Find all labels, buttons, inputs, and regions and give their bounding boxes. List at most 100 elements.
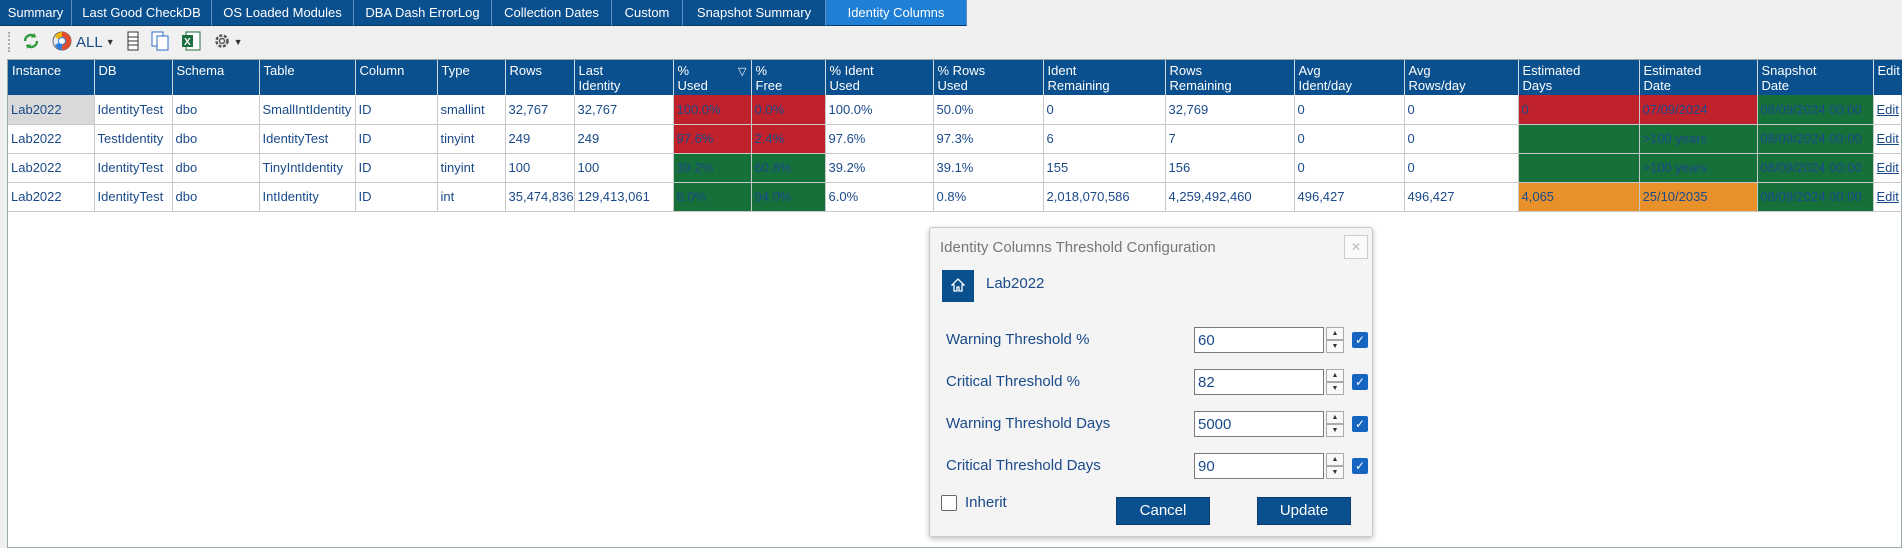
warning-threshold-days-label: Warning Threshold Days	[946, 415, 1111, 432]
edit-link[interactable]: Edit	[1873, 153, 1902, 183]
tab-os-loaded-modules[interactable]: OS Loaded Modules	[212, 0, 354, 26]
spin-up-button[interactable]: ▲	[1326, 411, 1344, 424]
instance-filter-dropdown[interactable]: ALL ▼	[52, 31, 115, 54]
edit-link[interactable]: Edit	[1873, 95, 1902, 125]
table-cell-free: 60.8%	[751, 153, 826, 183]
excel-export-icon: X	[181, 31, 201, 54]
table-cell-estimated-date: 07/09/2024	[1639, 95, 1758, 125]
spin-up-button[interactable]: ▲	[1326, 369, 1344, 382]
refresh-button[interactable]	[22, 32, 40, 53]
export-excel-button[interactable]: X	[181, 31, 201, 54]
table-row[interactable]: Lab2022 IdentityTest dbo IntIdentity ID int 35…	[8, 182, 1902, 212]
spin-down-button[interactable]: ▼	[1326, 424, 1344, 437]
tab-last-good-checkdb[interactable]: Last Good CheckDB	[72, 0, 212, 26]
column-header-used[interactable]: ▽% Used	[673, 60, 752, 95]
column-header-estimated-days[interactable]: Estimated Days	[1518, 60, 1640, 95]
table-cell-column: ID	[355, 124, 438, 154]
table-row[interactable]: Lab2022 IdentityTest dbo TinyIntIdentity ID t…	[8, 153, 1902, 183]
tab-summary[interactable]: Summary	[0, 0, 72, 26]
settings-dropdown[interactable]: ▼	[213, 32, 243, 53]
sort-filter-icon[interactable]: ▽	[738, 65, 746, 80]
column-header-avg-ident-day[interactable]: Avg Ident/day	[1294, 60, 1405, 95]
warning-threshold-days-checkbox[interactable]: ✓	[1352, 416, 1368, 432]
column-header-label: Rows	[509, 63, 543, 78]
table-cell-rows: 32,767	[505, 95, 575, 125]
column-header-rows[interactable]: Rows	[505, 60, 575, 95]
column-header-rows-used[interactable]: % Rows Used	[933, 60, 1044, 95]
spin-up-button[interactable]: ▲	[1326, 327, 1344, 340]
column-header-table[interactable]: Table	[259, 60, 356, 95]
column-header-type[interactable]: Type	[437, 60, 506, 95]
home-button[interactable]	[942, 270, 974, 302]
tab-identity-columns[interactable]: Identity Columns	[826, 0, 967, 26]
column-header-estimated-date[interactable]: Estimated Date	[1639, 60, 1758, 95]
spin-down-button[interactable]: ▼	[1326, 382, 1344, 395]
chevron-down-icon: ▼	[105, 37, 115, 47]
column-header-label: Type	[441, 63, 470, 78]
column-header-ident-remaining[interactable]: Ident Remaining	[1043, 60, 1166, 95]
copy-button[interactable]	[151, 31, 169, 54]
column-header-label: Snapshot	[1761, 63, 1817, 78]
warning-threshold-percent-row: Warning Threshold % ▲ ▼ ✓	[946, 327, 1368, 353]
column-header-last-identity[interactable]: Last Identity	[574, 60, 674, 95]
column-header-label: Schema	[176, 63, 225, 78]
update-button[interactable]: Update	[1257, 497, 1351, 525]
table-cell-used: 100.0%	[673, 95, 752, 125]
table-cell-avg-ident-day: 0	[1294, 153, 1405, 183]
column-header-ident-used[interactable]: % Ident Used	[825, 60, 934, 95]
table-cell-table: IntIdentity	[259, 182, 356, 212]
cancel-button[interactable]: Cancel	[1116, 497, 1210, 525]
inherit-checkbox[interactable]	[941, 494, 957, 511]
critical-threshold-days-row: Critical Threshold Days ▲ ▼ ✓	[946, 453, 1368, 479]
column-header-instance[interactable]: Instance	[8, 60, 95, 95]
chevron-down-icon: ▼	[233, 37, 243, 47]
close-icon: ✕	[1350, 240, 1362, 254]
table-row[interactable]: Lab2022 TestIdentity dbo IdentityTest ID tiny…	[8, 124, 1902, 154]
tab-custom[interactable]: Custom	[612, 0, 683, 26]
column-header-label: Used	[677, 78, 708, 93]
critical-threshold-days-input[interactable]	[1194, 453, 1324, 479]
table-cell-avg-rows-day: 0	[1404, 153, 1519, 183]
warning-threshold-percent-input[interactable]	[1194, 327, 1324, 353]
table-cell-rows: 100	[505, 153, 575, 183]
inherit-row: Inherit	[941, 494, 1007, 511]
table-cell-db: IdentityTest	[94, 153, 173, 183]
tab-dba-dash-errorlog[interactable]: DBA Dash ErrorLog	[354, 0, 492, 26]
critical-threshold-days-spinner: ▲ ▼	[1326, 453, 1344, 479]
tab-collection-dates[interactable]: Collection Dates	[492, 0, 612, 26]
table-cell-avg-ident-day: 496,427	[1294, 182, 1405, 212]
refresh-icon	[22, 32, 40, 53]
table-cell-instance: Lab2022	[8, 95, 95, 125]
critical-threshold-percent-label: Critical Threshold %	[946, 373, 1080, 390]
edit-link[interactable]: Edit	[1873, 182, 1902, 212]
column-header-db[interactable]: DB	[94, 60, 173, 95]
column-header-column[interactable]: Column	[355, 60, 438, 95]
critical-threshold-days-checkbox[interactable]: ✓	[1352, 458, 1368, 474]
table-cell-last-identity: 129,413,061	[574, 182, 674, 212]
column-header-rows-remaining[interactable]: Rows Remaining	[1165, 60, 1295, 95]
columns-button[interactable]	[127, 31, 139, 54]
critical-threshold-percent-checkbox[interactable]: ✓	[1352, 374, 1368, 390]
column-header-edit[interactable]: Edit	[1873, 60, 1902, 95]
edit-link[interactable]: Edit	[1873, 124, 1902, 154]
column-header-label: Last	[578, 63, 604, 78]
critical-threshold-percent-input[interactable]	[1194, 369, 1324, 395]
table-row[interactable]: Lab2022 IdentityTest dbo SmallIntIdentity ID…	[8, 95, 1902, 125]
column-header-free[interactable]: % Free	[751, 60, 826, 95]
spin-up-button[interactable]: ▲	[1326, 453, 1344, 466]
column-header-avg-rows-day[interactable]: Avg Rows/day	[1404, 60, 1519, 95]
table-cell-rows-remaining: 4,259,492,460	[1165, 182, 1295, 212]
warning-threshold-percent-checkbox[interactable]: ✓	[1352, 332, 1368, 348]
table-cell-table: TinyIntIdentity	[259, 153, 356, 183]
spin-down-button[interactable]: ▼	[1326, 340, 1344, 353]
column-header-label: Estimated	[1643, 63, 1702, 78]
column-header-label: Rows	[1169, 63, 1203, 78]
warning-threshold-days-input[interactable]	[1194, 411, 1324, 437]
close-button[interactable]: ✕	[1344, 235, 1368, 259]
column-header-label: Avg	[1298, 63, 1321, 78]
table-cell-rows-used: 50.0%	[933, 95, 1044, 125]
tab-snapshot-summary[interactable]: Snapshot Summary	[683, 0, 826, 26]
column-header-snapshot-date[interactable]: Snapshot Date	[1757, 60, 1874, 95]
spin-down-button[interactable]: ▼	[1326, 466, 1344, 479]
column-header-schema[interactable]: Schema	[172, 60, 260, 95]
